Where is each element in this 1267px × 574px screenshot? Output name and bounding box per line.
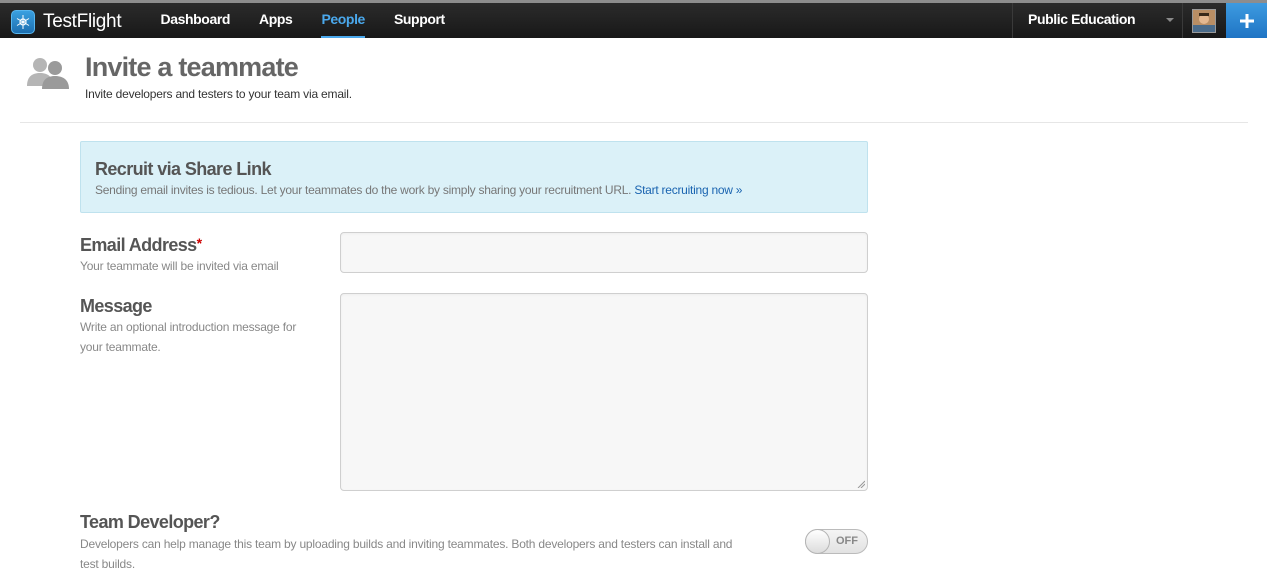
add-button[interactable] [1226, 3, 1267, 38]
team-developer-toggle[interactable]: OFF [805, 529, 868, 554]
email-hint: Your teammate will be invited via email [80, 259, 279, 273]
people-icon [25, 56, 71, 95]
start-recruiting-link[interactable]: Start recruiting now » [634, 183, 742, 197]
team-developer-hint: Developers can help manage this team by … [80, 537, 733, 571]
message-label: Message [80, 296, 152, 316]
message-textarea[interactable] [340, 293, 868, 491]
page-header: Invite a teammate Invite developers and … [20, 38, 1248, 123]
page-title: Invite a teammate [85, 52, 299, 82]
toggle-knob [805, 529, 830, 554]
testflight-logo-icon [11, 10, 35, 34]
message-hint: Write an optional introduction message f… [80, 320, 297, 354]
email-field[interactable] [340, 232, 868, 273]
main-nav: Dashboard Apps People Support [146, 3, 459, 38]
user-menu[interactable] [1182, 3, 1225, 38]
app-name: TestFlight [43, 11, 122, 32]
team-selector[interactable]: Public Education [1012, 3, 1182, 38]
nav-people[interactable]: People [307, 3, 380, 38]
chevron-down-icon [1166, 18, 1174, 22]
app-logo[interactable]: TestFlight [11, 10, 122, 34]
nav-apps[interactable]: Apps [245, 3, 307, 38]
team-developer-label: Team Developer? [80, 512, 220, 532]
email-label-text: Email Address [80, 235, 197, 255]
toggle-state: OFF [836, 535, 858, 547]
share-link-title: Recruit via Share Link [95, 159, 271, 179]
share-link-text: Sending email invites is tedious. Let yo… [95, 183, 632, 197]
plus-icon [1239, 13, 1254, 28]
required-mark: * [196, 235, 202, 251]
nav-dashboard[interactable]: Dashboard [146, 3, 245, 38]
top-nav-bar: TestFlight Dashboard Apps People Support… [0, 0, 1267, 38]
page-subtitle: Invite developers and testers to your te… [85, 87, 352, 101]
team-name: Public Education [1028, 11, 1136, 27]
share-link-callout: Recruit via Share Link Sending email inv… [80, 141, 868, 213]
avatar [1192, 8, 1216, 33]
email-label: Email Address* [80, 235, 202, 256]
resize-grip-icon[interactable] [857, 480, 865, 488]
nav-support[interactable]: Support [379, 3, 459, 38]
share-link-description: Sending email invites is tedious. Let yo… [95, 183, 742, 197]
